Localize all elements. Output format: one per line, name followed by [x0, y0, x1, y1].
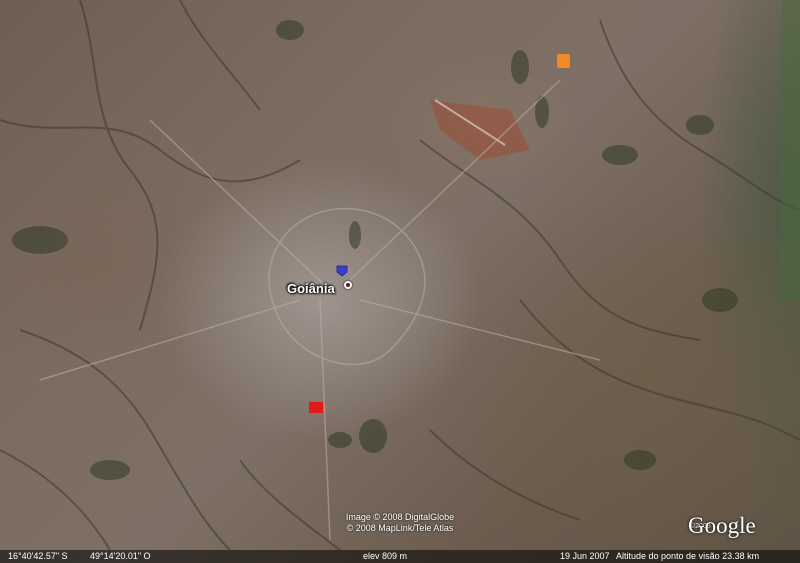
latitude-readout: 16°40'42.57" S	[8, 551, 68, 561]
elevation-readout: elev 809 m	[363, 551, 408, 561]
eye-altitude-readout: Altitude do ponto de visão 23.38 km	[616, 551, 760, 561]
imagery-date: 19 Jun 2007	[560, 551, 610, 561]
google-logo: Google	[688, 513, 756, 538]
red-placemark-icon[interactable]	[309, 402, 323, 413]
place-label[interactable]: Goiânia	[287, 281, 335, 296]
blue-placemark-icon[interactable]	[336, 264, 348, 277]
imagery-credits: Image © 2008 DigitalGlobe © 2008 MapLink…	[0, 512, 800, 534]
satellite-map[interactable]: Goiânia Image © 2008 DigitalGlobe © 2008…	[0, 0, 800, 563]
terrain-overlay	[0, 0, 800, 550]
longitude-readout: 49°14'20.01" O	[90, 551, 151, 561]
place-dot-icon[interactable]	[344, 281, 352, 289]
status-bar: 16°40'42.57" S 49°14'20.01" O elev 809 m…	[0, 550, 800, 563]
credit-line: © 2008 MapLink/Tele Atlas	[346, 523, 454, 533]
orange-placemark-icon[interactable]	[557, 54, 570, 68]
credit-line: Image © 2008 DigitalGlobe	[345, 512, 455, 522]
